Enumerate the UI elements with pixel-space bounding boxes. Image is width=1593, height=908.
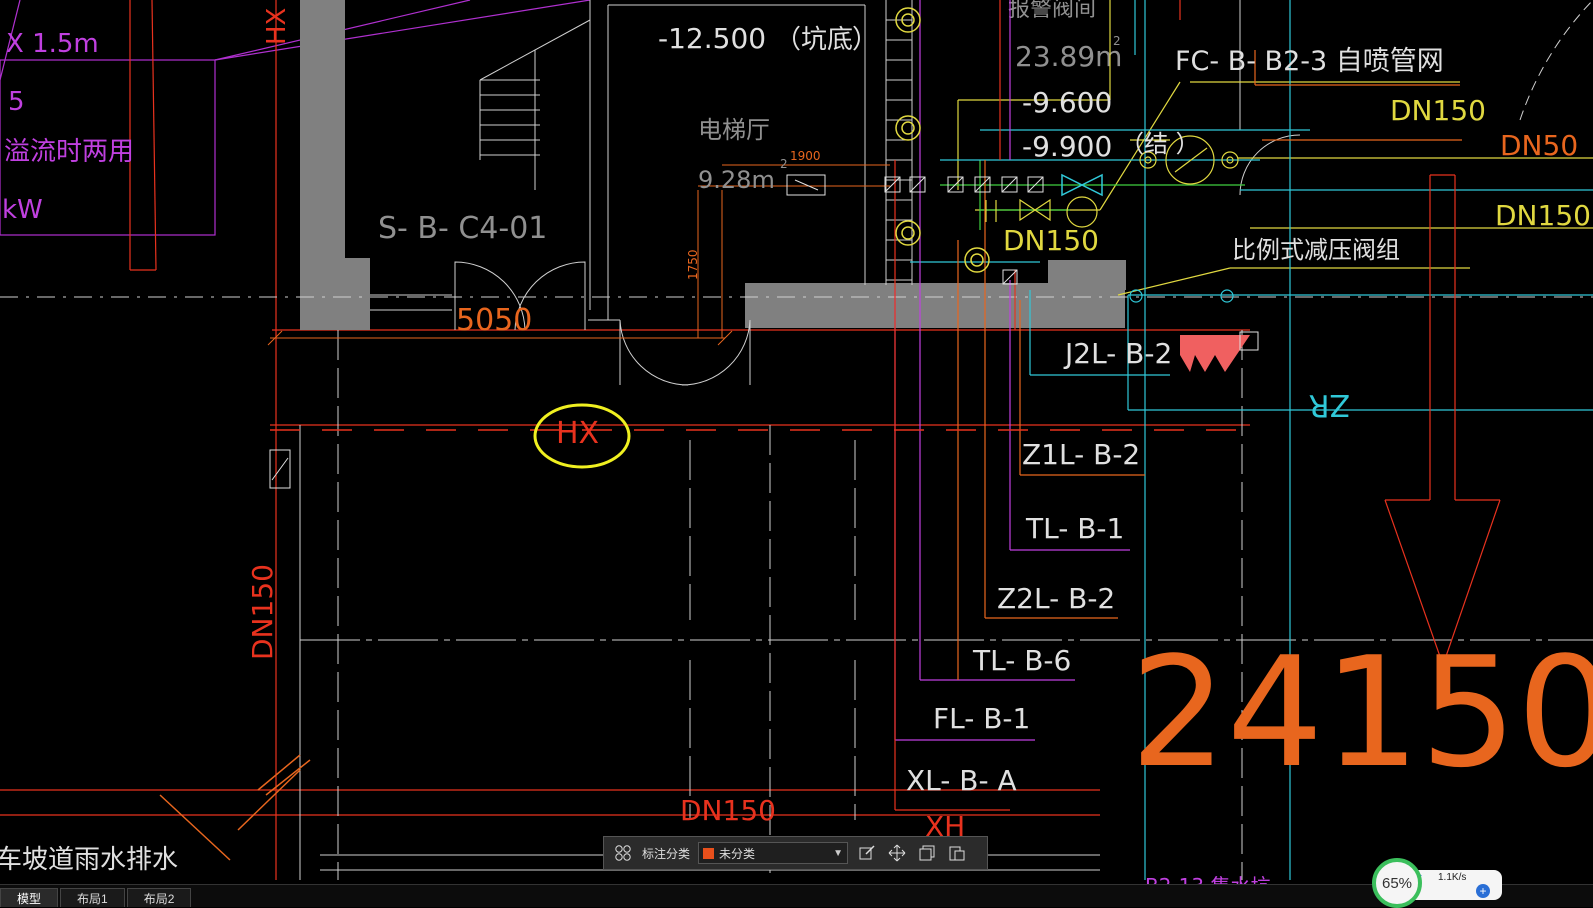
- network-speed-widget[interactable]: ↑ 1.1K/s + 65%: [1372, 858, 1502, 908]
- prv-group-label: 比例式减压阀组: [1232, 236, 1400, 264]
- dim-5050: 5050: [456, 303, 532, 338]
- copy-icon[interactable]: [916, 842, 938, 864]
- tab-layout1[interactable]: 布局1: [60, 888, 125, 907]
- category-label: 标注分类: [642, 846, 691, 861]
- pit-label: （坑底: [775, 25, 853, 55]
- pit-paren-close: ）: [852, 25, 878, 55]
- edit-icon[interactable]: [856, 842, 878, 864]
- pipe-tl6: TL- B-6: [972, 644, 1071, 677]
- dim-1750: 1750: [686, 249, 700, 280]
- elevator-area: 9.28m: [698, 166, 775, 194]
- dim-1900: 1900: [790, 149, 821, 163]
- elevator-hall: 电梯厅: [698, 116, 770, 144]
- zr-label: ZR: [1309, 387, 1350, 422]
- elevation-9900: -9.900: [1022, 130, 1112, 163]
- dn150-bottom-label: DN150: [680, 794, 776, 827]
- dn150-vertical-label: DN150: [246, 564, 279, 660]
- annotation-toolbar: 标注分类 未分类 ▼: [603, 836, 988, 870]
- alarm-valve-room: 报警阀间: [1008, 0, 1096, 22]
- pipe-j2l: J2L- B-2: [1063, 337, 1172, 370]
- plus-icon[interactable]: +: [1476, 884, 1490, 898]
- tab-model[interactable]: 模型: [0, 888, 59, 907]
- pipe-fl1: FL- B-1: [933, 702, 1030, 735]
- pipe-z1l: Z1L- B-2: [1022, 438, 1140, 471]
- pit-elevation: -12.500: [658, 22, 766, 55]
- elevation-9600: -9.600: [1022, 86, 1112, 119]
- room-area: 23.89m: [1015, 40, 1122, 73]
- elevator-area-sup: 2: [780, 157, 788, 171]
- ramp-drain-label: 车坡道雨水排水: [0, 845, 178, 875]
- layout-tabs: 模型 布局1 布局2: [0, 884, 1593, 907]
- left-kw: kW: [2, 195, 43, 225]
- room-code: S- B- C4-01: [378, 211, 547, 246]
- pipe-tl1: TL- B-1: [1025, 512, 1124, 545]
- category-color-swatch: [703, 847, 715, 859]
- big-dimension-24150: 24150: [1130, 624, 1593, 801]
- dn150-label-b: DN150: [1495, 199, 1591, 232]
- dn50-label: DN50: [1500, 129, 1578, 162]
- left-overflow-note: 溢流时两用: [4, 137, 134, 167]
- network-speed-panel: ↑ 1.1K/s +: [1408, 870, 1502, 900]
- left-top-dim: X 1.5m: [6, 29, 99, 59]
- left-num: 5: [8, 87, 25, 117]
- cad-drawing-canvas[interactable]: X 1.5m 5 溢流时两用 kW HX 5050 1900 1750 -12.…: [0, 0, 1593, 906]
- elevation-9900-note: （结 ）: [1120, 130, 1200, 158]
- dn150-label-a: DN150: [1390, 94, 1486, 127]
- pipe-z2l: Z2L- B-2: [997, 582, 1115, 615]
- hx-label: HX: [556, 416, 599, 451]
- grid-icon[interactable]: [612, 842, 634, 864]
- network-percent-circle: 65%: [1372, 858, 1422, 908]
- tab-layout2[interactable]: 布局2: [126, 888, 192, 907]
- chevron-down-icon: ▼: [833, 847, 844, 859]
- network-speed-value: 1.1K/s: [1438, 872, 1467, 883]
- room-area-sup: 2: [1113, 34, 1121, 48]
- move-icon[interactable]: [886, 842, 908, 864]
- sprinkler-network-label: FC- B- B2-3 自喷管网: [1175, 46, 1444, 77]
- category-dropdown[interactable]: 未分类 ▼: [698, 842, 849, 864]
- paste-icon[interactable]: [946, 842, 968, 864]
- pipe-xla: XL- B- A: [906, 764, 1017, 797]
- hx-vertical-label: HX: [262, 8, 292, 45]
- category-value: 未分类: [719, 846, 756, 861]
- dn150-label-c: DN150: [1003, 224, 1099, 257]
